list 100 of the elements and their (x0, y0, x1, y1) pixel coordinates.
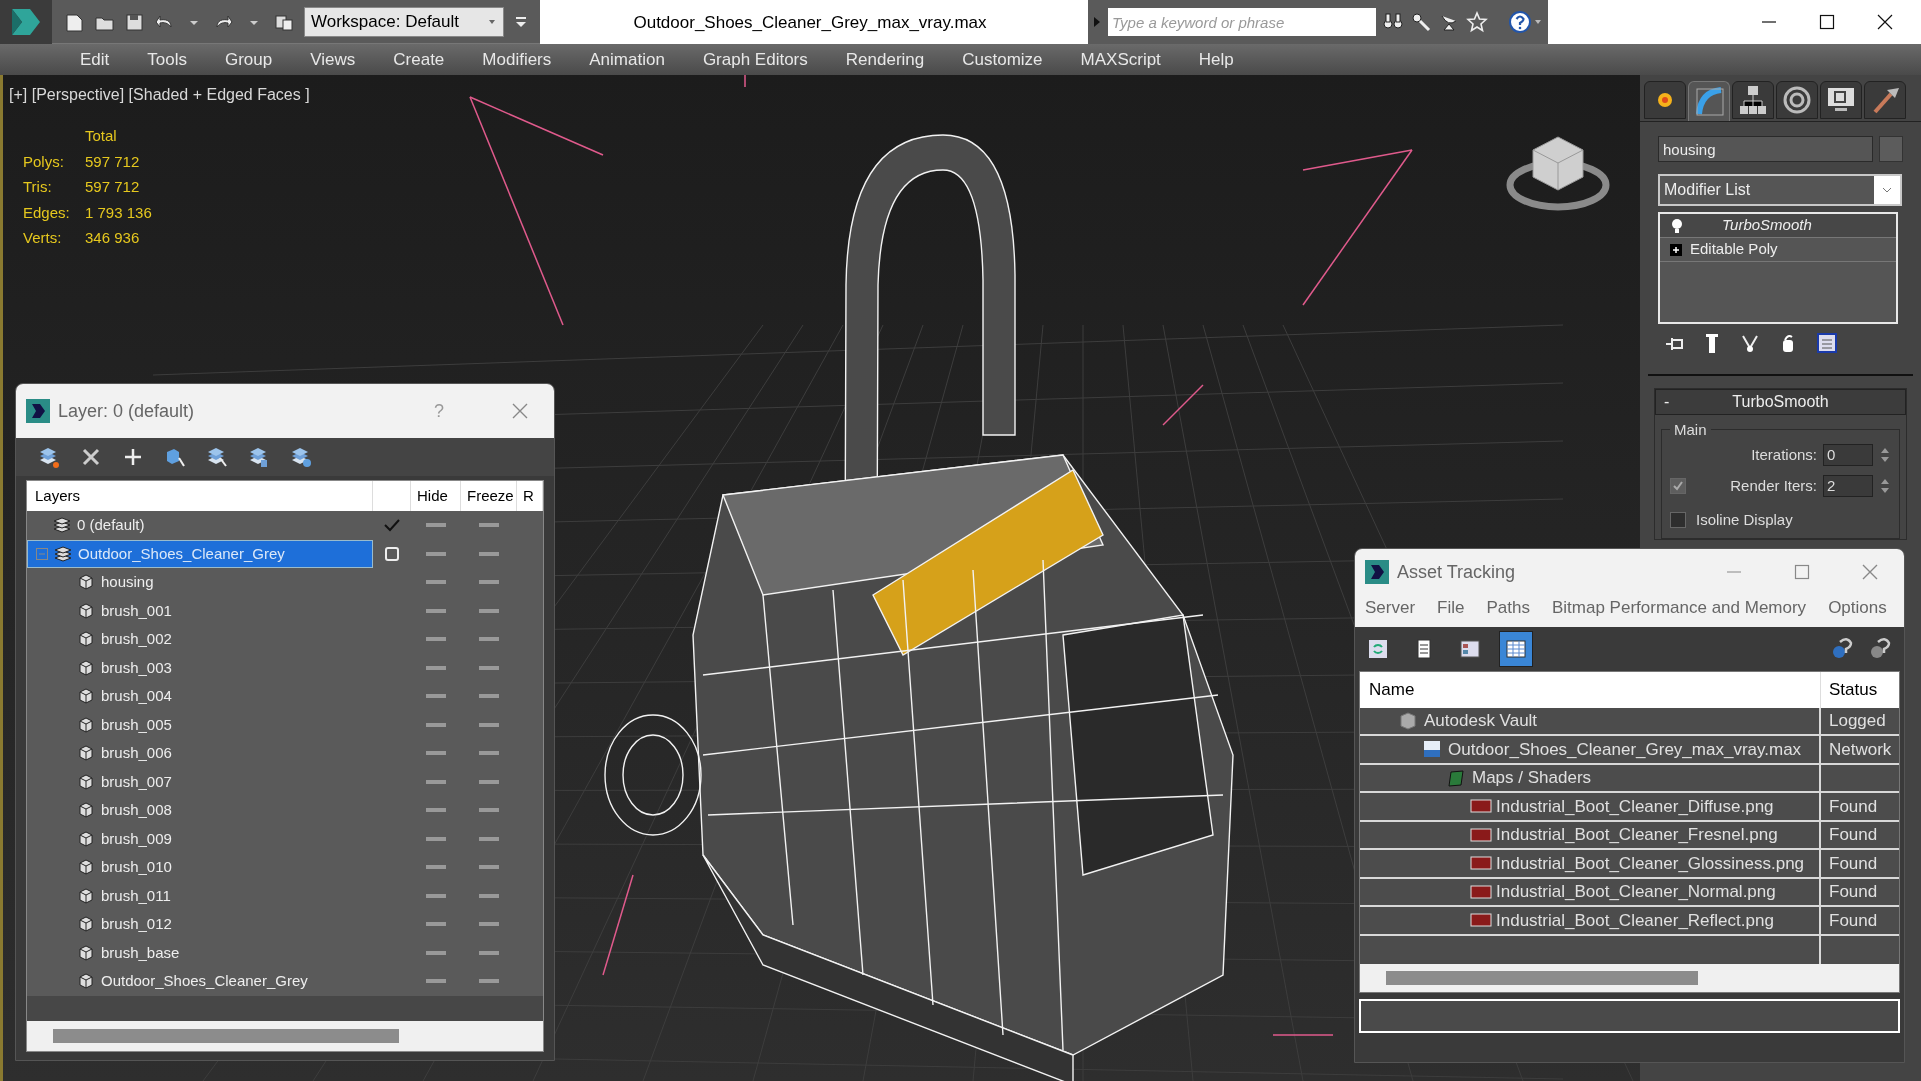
dash-icon[interactable] (426, 636, 446, 643)
rollout-header[interactable]: - TurboSmooth (1655, 389, 1906, 415)
workspace-dropdown[interactable]: Workspace: Default (304, 6, 504, 37)
close-icon[interactable] (1877, 14, 1893, 30)
save-icon[interactable] (124, 11, 144, 32)
render-iters-checkbox[interactable] (1670, 477, 1686, 494)
object-name[interactable]: brush_base (101, 941, 180, 964)
dash-icon[interactable] (479, 607, 499, 614)
expand-plus-icon[interactable] (1670, 243, 1682, 256)
menu-item[interactable]: Group (225, 46, 273, 73)
set-current-box-icon[interactable] (385, 546, 399, 561)
dash-icon[interactable] (426, 664, 446, 671)
menu-item[interactable]: Help (1198, 46, 1234, 73)
object-name[interactable]: brush_006 (101, 742, 172, 765)
key-icon[interactable] (1410, 11, 1432, 33)
light-bulb-icon[interactable] (1670, 217, 1684, 234)
object-name[interactable]: brush_005 (101, 713, 172, 736)
dash-icon[interactable] (426, 807, 446, 814)
collapse-toggle-icon[interactable] (36, 547, 48, 560)
dash-icon[interactable] (479, 550, 499, 557)
object-name[interactable]: brush_012 (101, 913, 172, 936)
dash-icon[interactable] (426, 778, 446, 785)
object-name[interactable]: brush_008 (101, 799, 172, 822)
configure-sets-icon[interactable] (1816, 332, 1838, 356)
add-icon[interactable] (122, 446, 144, 468)
menu-item[interactable]: File (1437, 595, 1465, 621)
menu-item[interactable]: Server (1365, 595, 1416, 621)
dash-icon[interactable] (479, 835, 499, 842)
modifier-stack-item[interactable]: Editable Poly (1690, 238, 1778, 261)
object-name[interactable]: brush_007 (101, 770, 172, 793)
layer-row[interactable]: 0 (default) (27, 511, 373, 540)
layer-row[interactable]: Outdoor_Shoes_Cleaner_Grey (27, 539, 373, 568)
number-field[interactable]: 2 (1823, 474, 1873, 497)
object-name[interactable]: brush_011 (101, 884, 171, 907)
dash-icon[interactable] (479, 693, 499, 700)
menu-item[interactable]: Animation (589, 46, 665, 73)
freeze-layer-icon[interactable] (290, 446, 312, 468)
dash-icon[interactable] (426, 949, 446, 956)
menu-item[interactable]: Views (310, 46, 356, 73)
asset-name[interactable]: Industrial_Boot_Cleaner_Glossiness.png (1496, 850, 1805, 876)
menu-item[interactable]: Edit (80, 46, 110, 73)
viewport-label[interactable]: [+] [Perspective] [Shaded + Edged Faces ] (9, 83, 310, 107)
hierarchy-tab[interactable] (1732, 81, 1774, 119)
dash-icon[interactable] (479, 978, 499, 985)
dash-icon[interactable] (426, 550, 446, 557)
column-header[interactable]: Status (1821, 676, 1899, 703)
checkmark-icon[interactable] (383, 517, 401, 534)
column-header[interactable]: Name (1360, 671, 1821, 708)
object-name[interactable]: brush_004 (101, 685, 172, 708)
menu-item[interactable]: Bitmap Performance and Memory (1551, 595, 1807, 621)
maximize-icon[interactable] (1819, 14, 1835, 30)
dash-icon[interactable] (426, 693, 446, 700)
table-view-button[interactable] (1499, 630, 1533, 667)
motion-tab[interactable] (1776, 81, 1818, 119)
object-name[interactable]: brush_010 (101, 856, 172, 879)
menu-item[interactable]: Tools (147, 46, 187, 73)
object-color-swatch[interactable] (1879, 136, 1903, 162)
dash-icon[interactable] (479, 864, 499, 871)
dash-icon[interactable] (426, 750, 446, 757)
select-objects-icon[interactable] (164, 446, 186, 468)
object-name[interactable]: Outdoor_Shoes_Cleaner_Grey (101, 970, 308, 993)
menu-item[interactable]: MAXScript (1080, 46, 1161, 73)
dash-icon[interactable] (426, 892, 446, 899)
dash-icon[interactable] (479, 664, 499, 671)
dash-icon[interactable] (426, 864, 446, 871)
delete-icon[interactable] (80, 446, 102, 468)
asset-name[interactable]: Industrial_Boot_Cleaner_Normal.png (1496, 879, 1776, 905)
object-name[interactable]: brush_001 (101, 599, 172, 622)
dash-icon[interactable] (479, 921, 499, 928)
menu-item[interactable]: Graph Editors (702, 46, 808, 73)
menu-item[interactable]: Create (393, 46, 445, 73)
search-field[interactable]: Type a keyword or phrase (1108, 8, 1376, 36)
menu-item[interactable]: Rendering (845, 46, 925, 73)
asset-name[interactable]: Maps / Shaders (1472, 765, 1592, 791)
dash-icon[interactable] (479, 636, 499, 643)
scrollbar-thumb[interactable] (1386, 970, 1698, 985)
asset-name[interactable]: Industrial_Boot_Cleaner_Fresnel.png (1496, 822, 1778, 848)
isoline-checkbox[interactable] (1670, 512, 1686, 529)
menu-item[interactable]: Paths (1486, 595, 1530, 621)
star-icon[interactable] (1466, 11, 1488, 33)
dash-icon[interactable] (426, 835, 446, 842)
scrollbar-thumb[interactable] (53, 1029, 399, 1043)
app-menu-button[interactable] (0, 0, 52, 44)
help-icon[interactable] (1508, 10, 1544, 34)
select-layer-icon[interactable] (206, 446, 228, 468)
asset-name[interactable]: Autodesk Vault (1424, 708, 1538, 734)
menu-item[interactable]: Modifiers (482, 46, 552, 73)
asset-name[interactable]: Industrial_Boot_Cleaner_Diffuse.png (1496, 793, 1774, 819)
dash-icon[interactable] (479, 522, 499, 529)
new-file-icon[interactable] (64, 11, 84, 32)
dash-icon[interactable] (426, 978, 446, 985)
dash-icon[interactable] (479, 579, 499, 586)
dash-icon[interactable] (426, 921, 446, 928)
asset-name[interactable]: Industrial_Boot_Cleaner_Reflect.png (1496, 907, 1774, 933)
dash-icon[interactable] (426, 579, 446, 586)
display-tab[interactable] (1820, 81, 1862, 119)
new-layer-icon[interactable] (38, 446, 60, 468)
highlight-layer-icon[interactable] (248, 446, 270, 468)
create-tab[interactable] (1644, 81, 1686, 119)
menu-item[interactable]: Options (1828, 595, 1887, 621)
